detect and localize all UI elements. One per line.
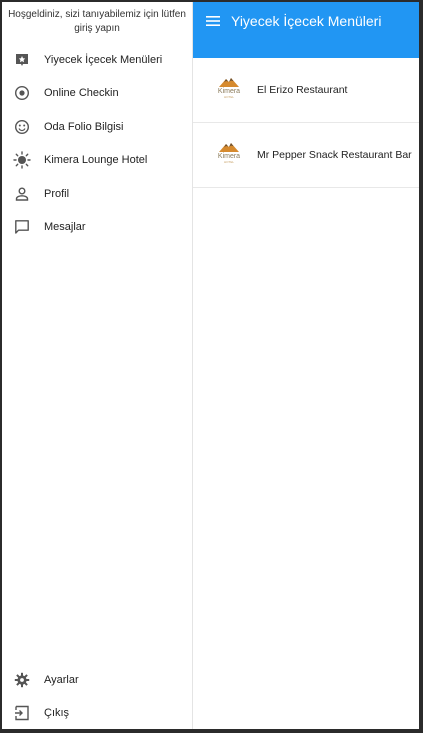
drawer-item-room-folio[interactable]: Oda Folio Bilgisi xyxy=(2,112,192,142)
drawer-item-lounge-hotel[interactable]: Kimera Lounge Hotel xyxy=(2,145,192,175)
smiley-icon xyxy=(13,118,31,136)
message-icon xyxy=(13,218,31,236)
drawer-item-online-checkin[interactable]: Online Checkin xyxy=(2,78,192,108)
mountain-logo-icon xyxy=(219,143,239,152)
sun-icon xyxy=(13,151,31,169)
restaurant-logo: Kimera HOTEL xyxy=(214,142,244,168)
drawer-item-label: Oda Folio Bilgisi xyxy=(44,121,124,133)
drawer-item-label: Kimera Lounge Hotel xyxy=(44,154,148,166)
drawer-item-label: Profil xyxy=(44,188,70,200)
logo-subtext: HOTEL xyxy=(223,160,234,164)
drawer-item-label: Yiyecek İçecek Menüleri xyxy=(44,54,163,66)
drawer-item-food-menus[interactable]: Yiyecek İçecek Menüleri xyxy=(2,45,192,75)
restaurant-name: El Erizo Restaurant xyxy=(257,84,348,96)
restaurant-item-el-erizo[interactable]: Kimera HOTEL El Erizo Restaurant xyxy=(192,58,419,123)
restaurant-item-mr-pepper[interactable]: Kimera HOTEL Mr Pepper Snack Restaurant … xyxy=(192,123,419,188)
mountain-logo-icon xyxy=(219,78,239,87)
drawer-item-label: Mesajlar xyxy=(44,221,86,233)
drawer-item-label: Çıkış xyxy=(44,707,70,719)
restaurant-list: Kimera HOTEL El Erizo Restaurant Kimera … xyxy=(192,58,419,188)
drawer-item-label: Ayarlar xyxy=(44,674,79,686)
person-icon xyxy=(13,185,31,203)
drawer-item-settings[interactable]: Ayarlar xyxy=(2,665,192,695)
page-title: Yiyecek İçecek Menüleri xyxy=(231,13,382,29)
drawer-item-messages[interactable]: Mesajlar xyxy=(2,212,192,242)
drawer-welcome-text: Hoşgeldiniz, sizi tanıyabilemiz için lüt… xyxy=(8,9,186,34)
logout-icon xyxy=(13,704,31,722)
restaurant-name: Mr Pepper Snack Restaurant Bar xyxy=(257,149,412,161)
navigation-drawer: Hoşgeldiniz, sizi tanıyabilemiz için lüt… xyxy=(2,2,193,729)
app-window: Hoşgeldiniz, sizi tanıyabilemiz için lüt… xyxy=(2,2,419,729)
drawer-item-profile[interactable]: Profil xyxy=(2,179,192,209)
drawer-item-logout[interactable]: Çıkış xyxy=(2,698,192,728)
app-bar: Yiyecek İçecek Menüleri xyxy=(192,2,419,58)
food-menu-icon xyxy=(13,51,31,69)
logo-subtext: HOTEL xyxy=(223,95,234,99)
hamburger-menu-icon[interactable] xyxy=(204,16,222,39)
restaurant-logo: Kimera HOTEL xyxy=(214,77,244,103)
radio-target-icon xyxy=(13,84,31,102)
gear-icon xyxy=(13,671,31,689)
drawer-item-label: Online Checkin xyxy=(44,87,119,99)
